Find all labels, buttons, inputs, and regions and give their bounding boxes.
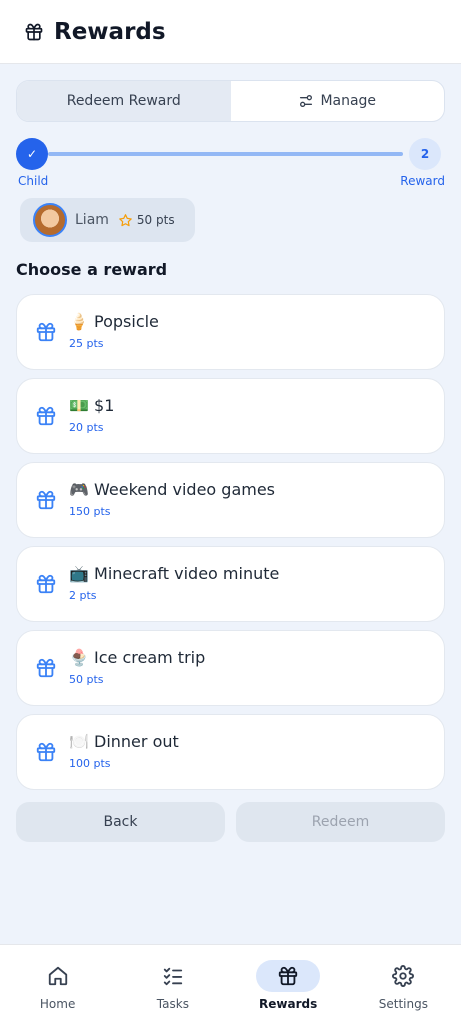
tab-home-label: Home <box>39 997 76 1011</box>
gift-icon <box>35 489 57 511</box>
tab-settings-label: Settings <box>378 997 428 1011</box>
gift-icon <box>35 657 57 679</box>
gift-icon <box>24 22 44 42</box>
tab-redeem-reward[interactable]: Redeem Reward <box>17 81 231 121</box>
mode-segmented-control: Redeem Reward Manage <box>16 80 445 122</box>
bottom-tab-bar: Home Tasks Rewards Settings <box>0 944 461 1024</box>
reward-item[interactable]: 📺 Minecraft video minute 2 pts <box>16 546 445 622</box>
step-child-label: Child <box>18 174 49 188</box>
selected-child-chip: Liam 50 pts <box>20 198 195 242</box>
reward-points: 20 pts <box>69 421 104 434</box>
avatar <box>33 203 67 237</box>
gift-icon <box>35 573 57 595</box>
action-bar: Back Redeem <box>16 802 445 842</box>
reward-points: 2 pts <box>69 589 97 602</box>
reward-list: 🍦 Popsicle 25 pts 💵 $1 20 pts 🎮 Weekend … <box>16 294 445 798</box>
tab-rewards[interactable]: Rewards <box>231 945 346 1024</box>
reward-item[interactable]: 🍽️ Dinner out 100 pts <box>16 714 445 790</box>
reward-item[interactable]: 🎮 Weekend video games 150 pts <box>16 462 445 538</box>
reward-points: 25 pts <box>69 337 104 350</box>
tab-tasks-label: Tasks <box>156 997 189 1011</box>
tab-settings[interactable]: Settings <box>346 945 461 1024</box>
back-button[interactable]: Back <box>16 802 225 842</box>
step-reward-marker: 2 <box>409 138 441 170</box>
step-child-marker: ✓ <box>16 138 48 170</box>
step-reward-label: Reward <box>400 174 445 188</box>
gift-icon <box>256 960 321 992</box>
tab-tasks[interactable]: Tasks <box>115 945 230 1024</box>
gift-icon <box>35 741 57 763</box>
progress-stepper: ✓ 2 Child Reward <box>16 138 445 190</box>
gift-icon <box>35 321 57 343</box>
reward-points: 50 pts <box>69 673 104 686</box>
section-title: Choose a reward <box>16 260 168 279</box>
reward-name: 🍨 Ice cream trip <box>69 648 206 667</box>
reward-name: 💵 $1 <box>69 396 115 415</box>
reward-points: 100 pts <box>69 757 111 770</box>
tab-redeem-reward-label: Redeem Reward <box>66 93 181 109</box>
sliders-icon <box>298 93 314 109</box>
reward-item[interactable]: 💵 $1 20 pts <box>16 378 445 454</box>
tab-manage-label: Manage <box>320 93 377 109</box>
gift-icon <box>35 405 57 427</box>
reward-item[interactable]: 🍨 Ice cream trip 50 pts <box>16 630 445 706</box>
reward-name: 🎮 Weekend video games <box>69 480 276 499</box>
gear-icon <box>371 960 435 992</box>
stepper-track <box>48 152 403 156</box>
redeem-button[interactable]: Redeem <box>236 802 445 842</box>
child-points: 50 pts <box>136 213 175 227</box>
reward-name: 📺 Minecraft video minute <box>69 564 280 583</box>
tab-home[interactable]: Home <box>0 945 115 1024</box>
reward-name: 🍽️ Dinner out <box>69 732 179 751</box>
page-title: Rewards <box>54 18 166 45</box>
reward-item[interactable]: 🍦 Popsicle 25 pts <box>16 294 445 370</box>
star-icon <box>118 213 133 228</box>
child-name: Liam <box>75 212 109 228</box>
tab-manage[interactable]: Manage <box>231 81 445 121</box>
checklist-icon <box>141 960 205 992</box>
app-header: Rewards <box>0 0 461 64</box>
reward-name: 🍦 Popsicle <box>69 312 159 331</box>
home-icon <box>26 960 90 992</box>
reward-points: 150 pts <box>69 505 111 518</box>
tab-rewards-label: Rewards <box>259 997 318 1011</box>
